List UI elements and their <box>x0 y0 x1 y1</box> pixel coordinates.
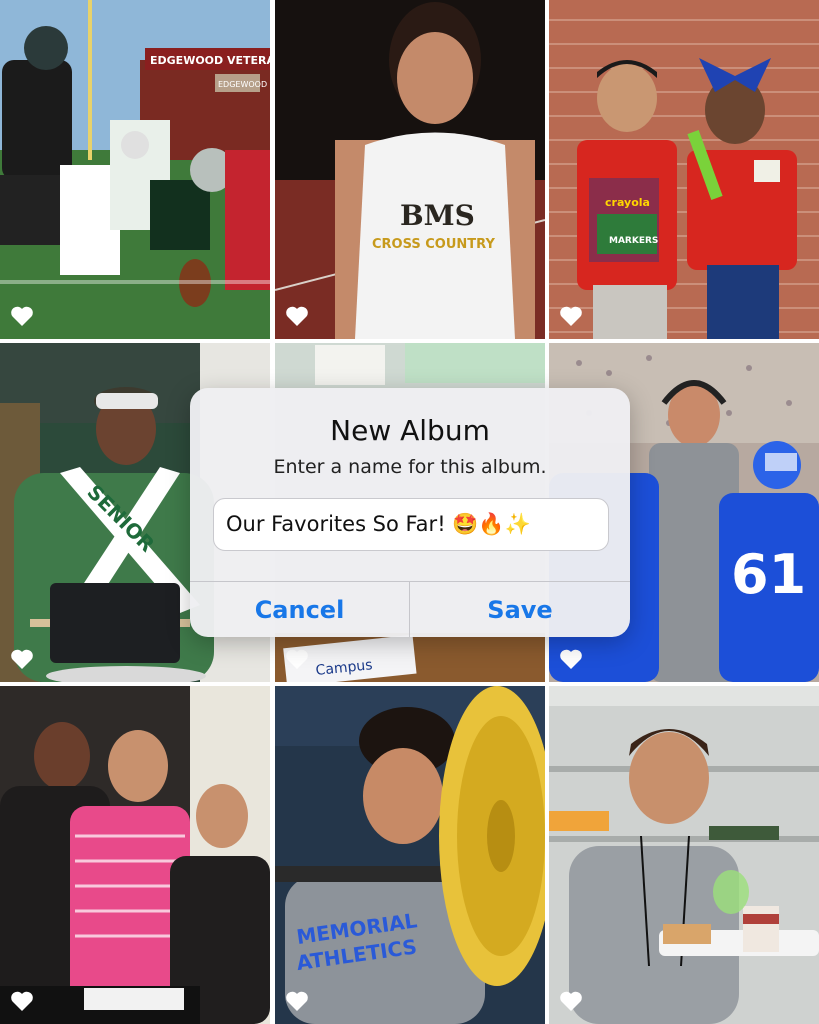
shirt-text-cross-country: CROSS COUNTRY <box>372 237 495 252</box>
box-label: MARKERS <box>609 236 658 246</box>
heart-icon[interactable] <box>559 648 583 670</box>
heart-icon[interactable] <box>285 648 309 670</box>
cancel-button[interactable]: Cancel <box>190 582 409 637</box>
photo-students-with-school-supplies[interactable]: crayola MARKERS <box>549 0 819 339</box>
heart-icon[interactable] <box>285 305 309 327</box>
dialog-message: Enter a name for this album. <box>273 456 547 478</box>
weightlifter-scene: MEMORIAL ATHLETICS <box>275 686 545 1024</box>
group-scene <box>0 686 270 1024</box>
heart-icon[interactable] <box>285 990 309 1012</box>
save-button[interactable]: Save <box>410 582 630 637</box>
heart-icon[interactable] <box>10 648 34 670</box>
heart-icon[interactable] <box>10 990 34 1012</box>
dialog-title: New Album <box>330 414 490 447</box>
stadium-sub-sign: EDGEWOOD <box>218 80 267 89</box>
new-album-dialog: New Album Enter a name for this album. C… <box>190 388 630 637</box>
album-name-input[interactable] <box>213 498 609 551</box>
stadium-sign: EDGEWOOD VETERANS <box>150 54 270 67</box>
shirt-text-bms: BMS <box>400 199 475 232</box>
lunch-scene <box>549 686 819 1024</box>
photo-students-group-photo[interactable] <box>0 686 270 1024</box>
runner-scene: BMS CROSS COUNTRY <box>275 0 545 339</box>
supplies-scene: crayola MARKERS <box>549 0 819 339</box>
photo-football-players[interactable]: EDGEWOOD VETERANS EDGEWOOD <box>0 0 270 339</box>
photo-boy-with-lunch-tray[interactable] <box>549 686 819 1024</box>
jersey-number: 61 <box>731 543 806 606</box>
heart-icon[interactable] <box>559 305 583 327</box>
photo-weightlifter[interactable]: MEMORIAL ATHLETICS <box>275 686 545 1024</box>
photo-cross-country-runner[interactable]: BMS CROSS COUNTRY <box>275 0 545 339</box>
heart-icon[interactable] <box>559 990 583 1012</box>
heart-icon[interactable] <box>10 305 34 327</box>
football-scene: EDGEWOOD VETERANS EDGEWOOD <box>0 0 270 339</box>
box-brand: crayola <box>605 196 650 209</box>
